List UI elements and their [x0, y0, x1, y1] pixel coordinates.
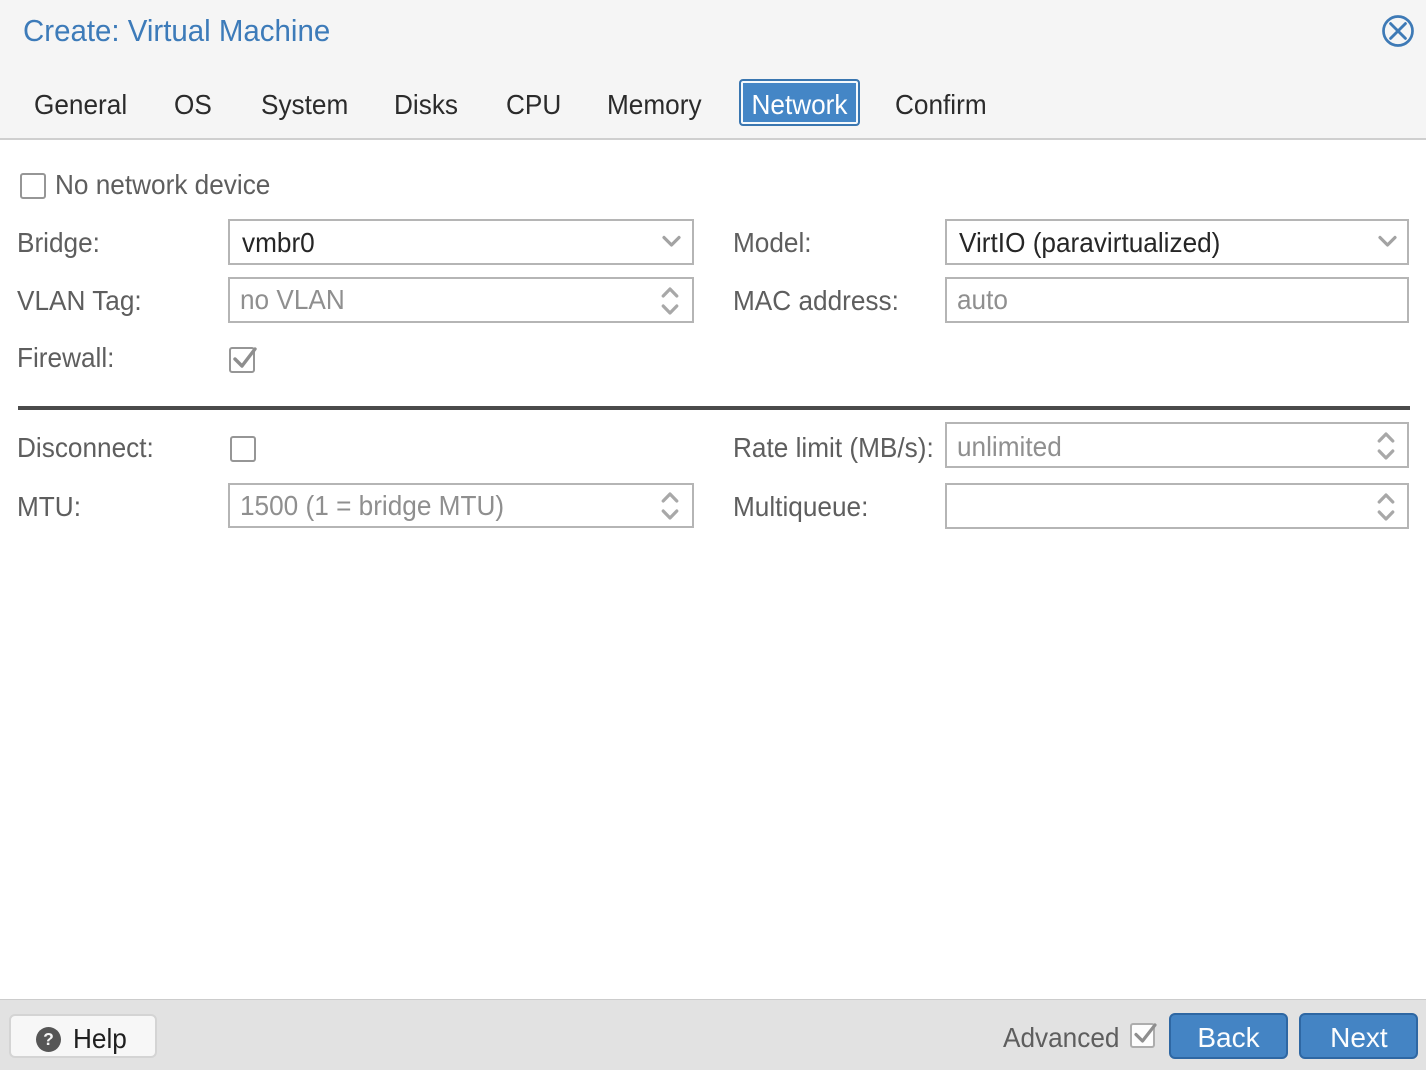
svg-text:?: ? — [43, 1029, 54, 1049]
